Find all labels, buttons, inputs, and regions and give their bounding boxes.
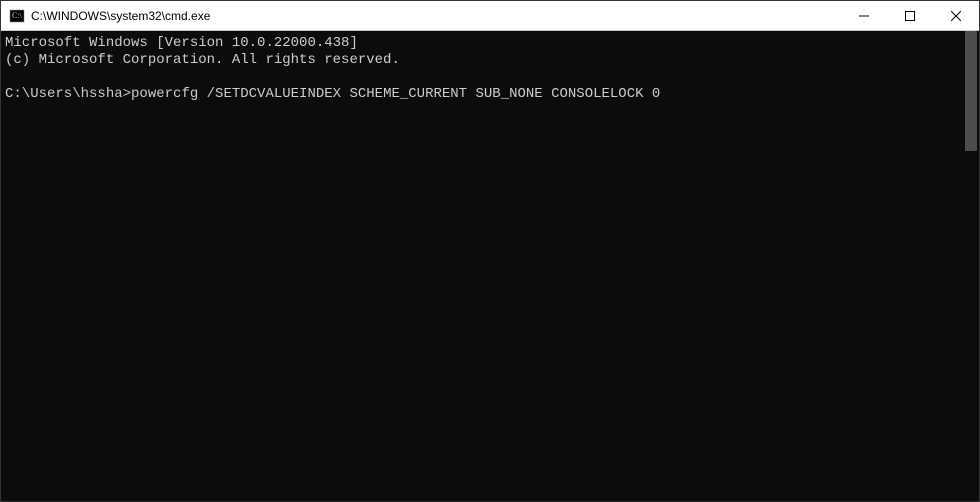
window-title: C:\WINDOWS\system32\cmd.exe [31, 9, 841, 23]
terminal-area[interactable]: Microsoft Windows [Version 10.0.22000.43… [1, 31, 979, 501]
window-controls [841, 1, 979, 30]
titlebar[interactable]: C:\ C:\WINDOWS\system32\cmd.exe [1, 1, 979, 31]
cmd-icon: C:\ [9, 8, 25, 24]
close-button[interactable] [933, 1, 979, 30]
svg-text:C:\: C:\ [12, 11, 23, 20]
scrollbar[interactable] [963, 31, 979, 501]
minimize-button[interactable] [841, 1, 887, 30]
scrollbar-thumb[interactable] [965, 31, 977, 151]
prompt: C:\Users\hssha> [5, 86, 131, 102]
terminal-output[interactable]: Microsoft Windows [Version 10.0.22000.43… [1, 31, 963, 501]
command-input[interactable]: powercfg /SETDCVALUEINDEX SCHEME_CURRENT… [131, 86, 660, 102]
version-line: Microsoft Windows [Version 10.0.22000.43… [5, 35, 358, 51]
copyright-line: (c) Microsoft Corporation. All rights re… [5, 52, 400, 68]
cmd-window: C:\ C:\WINDOWS\system32\cmd.exe Microsof… [0, 0, 980, 502]
maximize-button[interactable] [887, 1, 933, 30]
